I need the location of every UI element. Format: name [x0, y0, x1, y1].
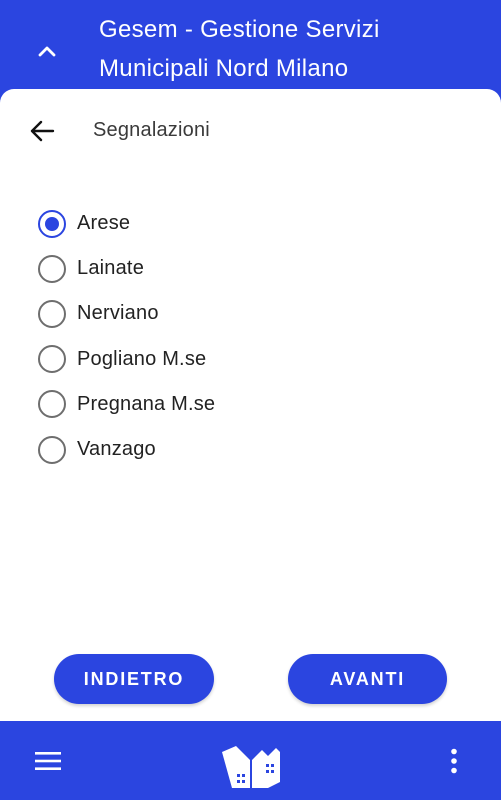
more-vertical-icon — [451, 748, 457, 774]
radio-button[interactable] — [38, 345, 66, 374]
municipality-radio-group: Arese Lainate Nerviano Pogliano M.se Pre… — [38, 201, 215, 472]
radio-label: Arese — [77, 212, 131, 235]
radio-button[interactable] — [38, 254, 66, 283]
arrow-left-icon — [30, 120, 55, 142]
radio-option-lainate[interactable]: Lainate — [38, 246, 215, 291]
bottom-app-bar — [0, 721, 501, 800]
chevron-up-icon — [38, 46, 56, 57]
radio-label: Pogliano M.se — [77, 347, 207, 370]
radio-label: Nerviano — [77, 302, 159, 325]
back-button[interactable]: INDIETRO — [54, 654, 214, 704]
radio-option-nerviano[interactable]: Nerviano — [38, 291, 215, 336]
app-title: Gesem - Gestione Servizi Municipali Nord… — [99, 16, 380, 82]
radio-button[interactable] — [38, 209, 66, 238]
radio-label: Vanzago — [77, 438, 156, 461]
radio-button[interactable] — [38, 390, 66, 419]
radio-button[interactable] — [38, 299, 66, 328]
page-title: Segnalazioni — [93, 119, 210, 141]
collapse-button[interactable] — [28, 32, 66, 70]
app-header: Gesem - Gestione Servizi Municipali Nord… — [0, 0, 501, 100]
radio-label: Lainate — [77, 257, 145, 280]
radio-option-pogliano[interactable]: Pogliano M.se — [38, 337, 215, 382]
radio-selected-dot — [45, 216, 59, 231]
radio-option-pregnana[interactable]: Pregnana M.se — [38, 382, 215, 427]
menu-button[interactable] — [28, 741, 68, 781]
next-button[interactable]: AVANTI — [288, 654, 447, 704]
more-options-button[interactable] — [436, 741, 472, 781]
radio-option-vanzago[interactable]: Vanzago — [38, 427, 215, 472]
page-topbar: Segnalazioni — [0, 89, 501, 173]
back-arrow-button[interactable] — [22, 111, 62, 151]
content-sheet: Segnalazioni Arese Lainate Nerviano Pogl… — [0, 89, 501, 721]
gesem-logo-icon — [220, 744, 282, 790]
radio-label: Pregnana M.se — [77, 392, 216, 415]
radio-option-arese[interactable]: Arese — [38, 201, 215, 246]
hamburger-menu-icon — [35, 752, 61, 770]
radio-button[interactable] — [38, 435, 66, 464]
